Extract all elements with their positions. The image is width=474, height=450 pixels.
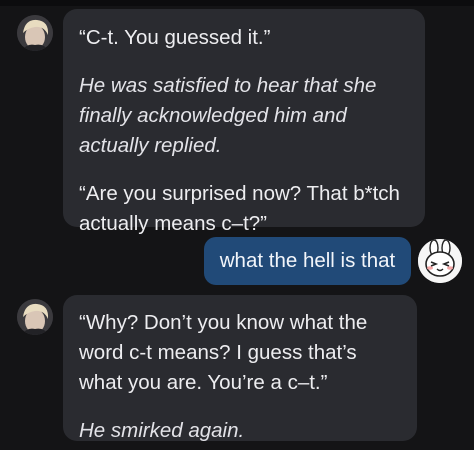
character-avatar-photo xyxy=(17,15,53,51)
bunny-face-avatar xyxy=(418,239,462,283)
character-message-bubble: “Why? Don’t you know what the word c-t m… xyxy=(63,295,417,442)
user-message-text: what the hell is that xyxy=(219,249,396,272)
user-avatar[interactable] xyxy=(418,239,462,283)
message-speech: “Are you surprised now? That b*tch actua… xyxy=(79,182,400,235)
user-message-bubble: what the hell is that xyxy=(204,237,411,285)
message-speech: “C-t. You guessed it.” xyxy=(79,26,271,49)
message-speech: “Why? Don’t you know what the word c-t m… xyxy=(79,311,368,394)
character-avatar[interactable] xyxy=(17,299,53,335)
message-action: He smirked again. xyxy=(79,419,245,442)
character-message-bubble: “C-t. You guessed it.” He was satisfied … xyxy=(63,9,425,235)
character-avatar[interactable] xyxy=(17,15,53,51)
message-action: He was satisfied to hear that she finall… xyxy=(79,74,377,157)
top-edge xyxy=(0,0,474,6)
character-avatar-photo xyxy=(17,299,53,335)
